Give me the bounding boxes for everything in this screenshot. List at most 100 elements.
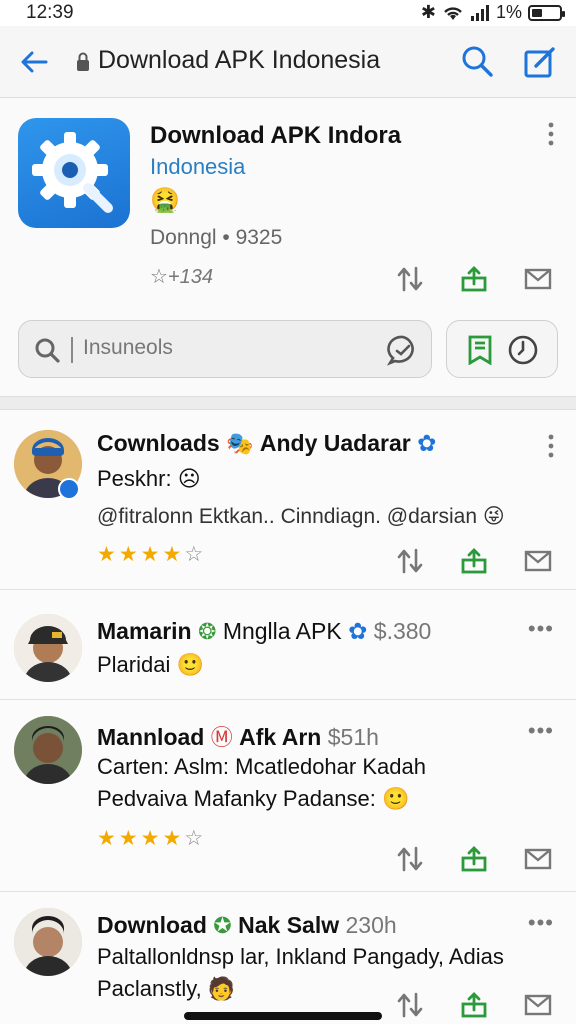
search-divider xyxy=(71,337,73,363)
search-field[interactable]: Insuneols xyxy=(18,320,432,378)
post-actions xyxy=(378,844,570,874)
post-author[interactable]: Mnglla APK xyxy=(223,618,342,644)
feed-post[interactable]: Cownloads 🎭 Andy Uadarar ✿ Peskhr: ☹ @fi… xyxy=(0,410,576,590)
post-author[interactable]: Afk Arn xyxy=(239,724,321,750)
share-button[interactable] xyxy=(442,844,506,874)
post-meta: 230h xyxy=(345,912,397,938)
stars-empty: ☆ xyxy=(184,827,207,850)
repost-icon xyxy=(397,846,423,872)
post-header: Download ✪ Nak Salw 230h xyxy=(97,912,397,939)
search-icon xyxy=(35,338,60,363)
battery-icon xyxy=(528,4,565,21)
app-bar: Download APK Indonesia xyxy=(0,26,576,98)
share-button[interactable] xyxy=(442,990,506,1020)
repost-icon xyxy=(397,992,423,1018)
stars-filled: ★★★★ xyxy=(97,827,185,850)
post-header: Cownloads 🎭 Andy Uadarar ✿ xyxy=(97,430,436,457)
more-options-icon[interactable] xyxy=(546,434,556,458)
post-author[interactable]: Andy Uadarar xyxy=(260,430,411,456)
avatar[interactable] xyxy=(14,716,82,784)
message-button[interactable] xyxy=(506,844,570,874)
stars-filled: ★★★★ xyxy=(97,543,185,566)
lock-icon xyxy=(77,52,89,71)
search-icon[interactable] xyxy=(460,44,494,78)
post-text-2: @fitralonn Ektkan.. Cinndiagn. @darsian … xyxy=(97,505,505,528)
post-text: Carten: Aslm: Mcatledohar Kadah xyxy=(97,754,426,779)
mail-icon xyxy=(524,550,552,572)
avatar[interactable] xyxy=(14,908,82,976)
status-bar: 12:39 ✱ 1% xyxy=(0,0,576,26)
repost-button[interactable] xyxy=(378,844,442,874)
post-text: Paltallonldnsp lar, Inkland Pangady, Adi… xyxy=(97,944,504,969)
post-title: Mamarin xyxy=(97,618,192,644)
search-placeholder: Insuneols xyxy=(83,336,173,359)
badge-emoji: Ⓜ xyxy=(210,725,233,750)
status-icons: ✱ 1% xyxy=(420,2,565,23)
section-divider xyxy=(0,396,576,410)
post-title: Mannload xyxy=(97,724,205,750)
badge-emoji: ❂ xyxy=(197,619,217,644)
back-arrow-icon[interactable] xyxy=(18,46,50,78)
app-emoji: 🤮 xyxy=(150,187,180,214)
status-time: 12:39 xyxy=(26,2,74,23)
more-options-icon[interactable]: ••• xyxy=(528,910,554,936)
app-title: Download APK Indora xyxy=(150,122,402,149)
bookmark-icon[interactable] xyxy=(467,335,493,365)
share-button[interactable] xyxy=(442,546,506,576)
share-icon xyxy=(461,266,487,292)
post-actions xyxy=(378,990,570,1020)
compose-icon[interactable] xyxy=(522,44,558,80)
message-button[interactable] xyxy=(506,990,570,1020)
share-icon xyxy=(461,992,487,1018)
verified-icon xyxy=(58,478,80,500)
more-options-icon[interactable] xyxy=(546,122,556,146)
repost-button[interactable] xyxy=(378,264,442,294)
bluetooth-icon: ✱ xyxy=(420,2,436,22)
wifi-icon xyxy=(444,6,462,20)
app-logo[interactable] xyxy=(18,118,130,228)
post-actions xyxy=(378,546,570,576)
feed-post[interactable]: Mannload Ⓜ Afk Arn $51h Carten: Aslm: Mc… xyxy=(0,700,576,892)
repost-icon xyxy=(397,266,423,292)
badge-emoji: 🎭 xyxy=(226,431,254,456)
app-subtitle[interactable]: Indonesia xyxy=(150,154,245,180)
more-options-icon[interactable]: ••• xyxy=(528,616,554,642)
message-button[interactable] xyxy=(506,546,570,576)
battery-percent: 1% xyxy=(495,2,522,22)
avatar[interactable] xyxy=(14,614,82,682)
feed-post[interactable]: Download ✪ Nak Salw 230h Paltallonldnsp … xyxy=(0,892,576,1024)
share-icon xyxy=(461,846,487,872)
post-meta: $.380 xyxy=(373,618,432,644)
chat-bubble-icon[interactable] xyxy=(387,334,419,366)
message-button[interactable] xyxy=(506,264,570,294)
badge-emoji: ✪ xyxy=(213,913,232,938)
post-title: Download xyxy=(97,912,207,938)
signal-icon xyxy=(470,4,489,21)
share-icon xyxy=(461,548,487,574)
app-actions xyxy=(378,264,570,294)
repost-icon xyxy=(397,548,423,574)
stars-empty: ☆ xyxy=(184,543,207,566)
repost-button[interactable] xyxy=(378,990,442,1020)
share-button[interactable] xyxy=(442,264,506,294)
post-author[interactable]: Nak Salw xyxy=(238,912,339,938)
post-header: Mamarin ❂ Mnglla APK ✿ $.380 xyxy=(97,618,431,645)
repost-button[interactable] xyxy=(378,546,442,576)
star-rating: ★★★★☆ xyxy=(97,826,206,851)
history-icon[interactable] xyxy=(507,334,539,366)
app-card: Download APK Indora Indonesia 🤮 Donngl •… xyxy=(0,98,576,396)
verified-badge-icon: ✿ xyxy=(348,618,368,644)
page-title: Download APK Indonesia xyxy=(98,46,381,74)
home-indicator[interactable] xyxy=(184,1012,382,1020)
post-text: Peskhr: ☹ xyxy=(97,466,201,491)
more-options-icon[interactable]: ••• xyxy=(528,718,554,744)
post-text-2: Paclanstly, 🧑 xyxy=(97,976,236,1001)
quick-actions xyxy=(446,320,558,378)
mail-icon xyxy=(524,268,552,290)
post-header: Mannload Ⓜ Afk Arn $51h xyxy=(97,720,379,752)
post-meta: $51h xyxy=(327,724,379,750)
star-rating: ★★★★☆ xyxy=(97,542,206,567)
feed-post[interactable]: Mamarin ❂ Mnglla APK ✿ $.380 Plaridai 🙂 … xyxy=(0,590,576,700)
post-text: Plaridai 🙂 xyxy=(97,652,204,677)
mail-icon xyxy=(524,994,552,1016)
